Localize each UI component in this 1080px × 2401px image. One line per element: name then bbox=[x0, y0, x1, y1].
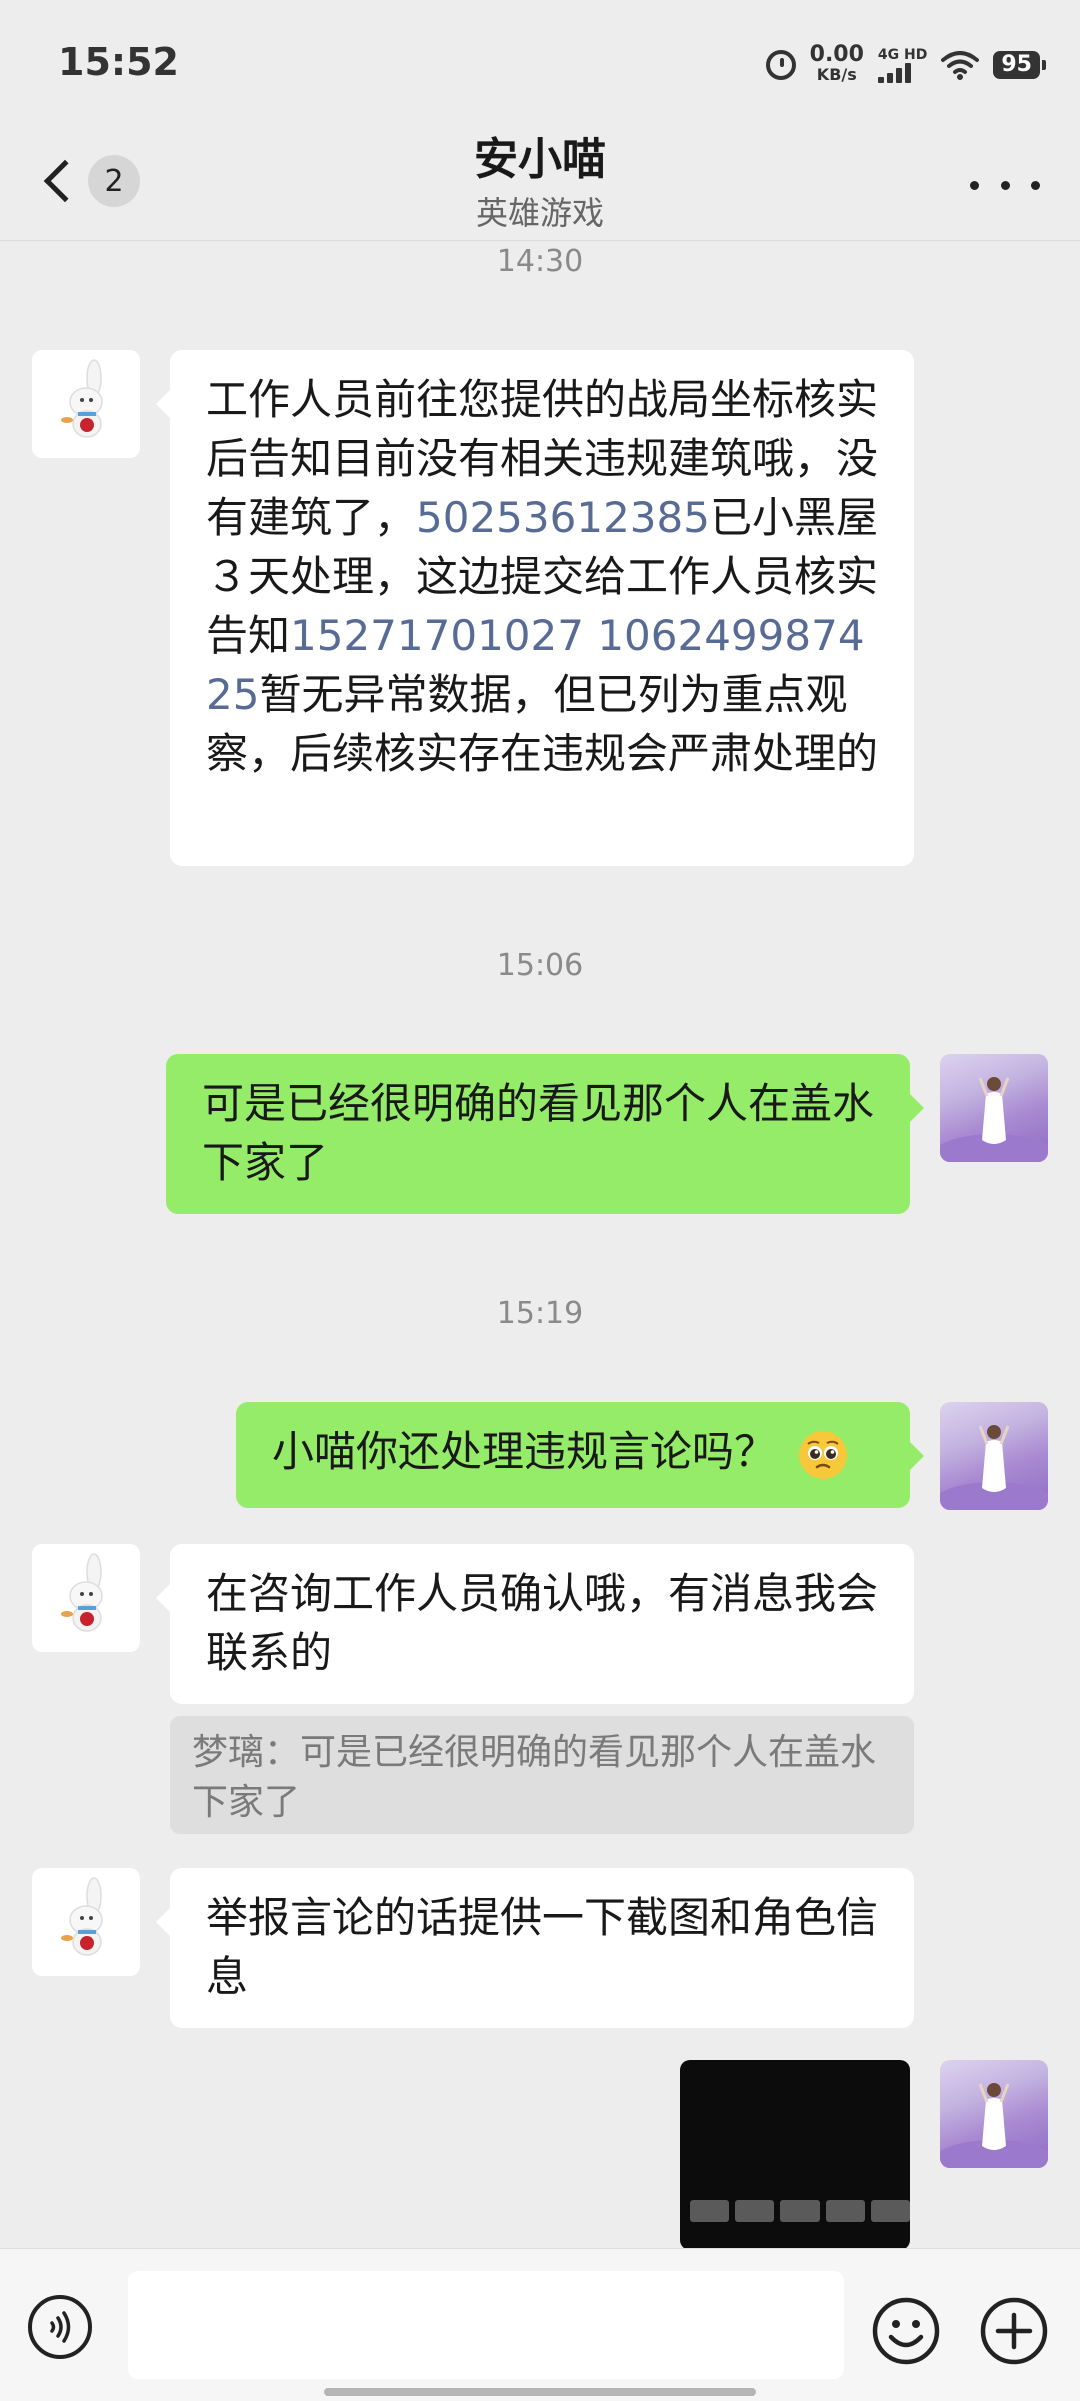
contact-avatar[interactable] bbox=[32, 1868, 140, 1976]
user-avatar[interactable] bbox=[940, 1054, 1048, 1162]
player-id-link[interactable]: 50253612385 bbox=[416, 493, 710, 542]
more-icon-dot bbox=[1031, 180, 1040, 190]
more-icon-dot bbox=[970, 180, 979, 190]
outgoing-message-bubble[interactable]: 小喵你还处理违规言论吗？ bbox=[236, 1402, 924, 1508]
user-avatar[interactable] bbox=[940, 1402, 1048, 1510]
home-indicator[interactable] bbox=[324, 2388, 756, 2396]
net-speed-unit: KB/s bbox=[816, 65, 857, 84]
pleading-face-emoji bbox=[799, 1430, 848, 1479]
image-ui-strip bbox=[690, 2200, 910, 2222]
message-text: 暂无异常数据，但已列为重点观察，后续核实存在违规会严肃处理的 bbox=[206, 670, 879, 778]
battery-icon: 95 bbox=[993, 51, 1046, 79]
signal-icon: 4G HD bbox=[877, 47, 928, 83]
more-button[interactable] bbox=[970, 160, 1040, 210]
alarm-icon bbox=[765, 50, 796, 80]
chat-subtitle: 英雄游戏 bbox=[475, 194, 604, 232]
contact-avatar[interactable] bbox=[32, 1544, 140, 1652]
net-speed: 0.00 KB/s bbox=[809, 42, 864, 85]
message-text: 小喵你还处理违规言论吗？ bbox=[272, 1427, 777, 1476]
message-timestamp: 14:30 bbox=[496, 244, 584, 279]
contact-avatar[interactable] bbox=[32, 350, 140, 458]
message-timestamp: 15:19 bbox=[496, 1296, 584, 1331]
message-timestamp: 15:06 bbox=[496, 948, 584, 983]
back-chevron-icon bbox=[43, 159, 87, 203]
signal-label: 4G HD bbox=[877, 47, 928, 63]
status-icons: 0.00 KB/s 4G HD 95 bbox=[765, 40, 1046, 90]
wifi-icon bbox=[941, 51, 980, 80]
chat-header: 2 安小喵 英雄游戏 bbox=[0, 130, 1080, 241]
input-bar bbox=[0, 2248, 1080, 2401]
more-icon-dot bbox=[1000, 180, 1010, 190]
chat-title-area: 安小喵 英雄游戏 bbox=[240, 130, 840, 236]
user-avatar-image bbox=[940, 1425, 1048, 1510]
incoming-message-bubble[interactable]: 在咨询工作人员确认哦，有消息我会联系的 bbox=[156, 1544, 914, 1704]
player-id-link[interactable]: 15271701027 bbox=[290, 611, 584, 660]
user-avatar-image bbox=[940, 2083, 1048, 2168]
rabbit-avatar-icon bbox=[61, 1877, 103, 1956]
message-input[interactable] bbox=[128, 2271, 844, 2379]
outgoing-message-bubble[interactable]: 可是已经很明确的看见那个人在盖水下家了 bbox=[166, 1054, 924, 1214]
status-bar: 15:52 0.00 KB/s 4G HD 95 bbox=[0, 0, 1080, 130]
screenshot-image-message[interactable] bbox=[680, 2060, 910, 2250]
rabbit-avatar-icon bbox=[61, 359, 103, 438]
user-avatar[interactable] bbox=[940, 2060, 1048, 2168]
voice-button[interactable] bbox=[28, 2295, 92, 2359]
plus-icon[interactable] bbox=[978, 2295, 1050, 2367]
status-time: 15:52 bbox=[58, 40, 179, 84]
quoted-message[interactable]: 梦璃：可是已经很明确的看见那个人在盖水下家了 bbox=[170, 1716, 914, 1834]
net-speed-value: 0.00 bbox=[809, 42, 864, 67]
incoming-message-bubble[interactable]: 工作人员前往您提供的战局坐标核实后告知目前没有相关违规建筑哦，没有建筑了，502… bbox=[156, 350, 914, 866]
user-avatar-image bbox=[940, 1077, 1048, 1162]
message-space bbox=[584, 611, 597, 660]
unread-badge: 2 bbox=[88, 155, 140, 207]
incoming-message-bubble[interactable]: 举报言论的话提供一下截图和角色信息 bbox=[156, 1868, 914, 2028]
chat-title: 安小喵 bbox=[474, 134, 606, 185]
emoji-icon[interactable] bbox=[870, 2295, 942, 2367]
back-button[interactable]: 2 bbox=[36, 146, 146, 216]
rabbit-avatar-icon bbox=[61, 1553, 103, 1632]
voice-icon bbox=[50, 2311, 71, 2343]
signal-bars bbox=[877, 63, 911, 83]
